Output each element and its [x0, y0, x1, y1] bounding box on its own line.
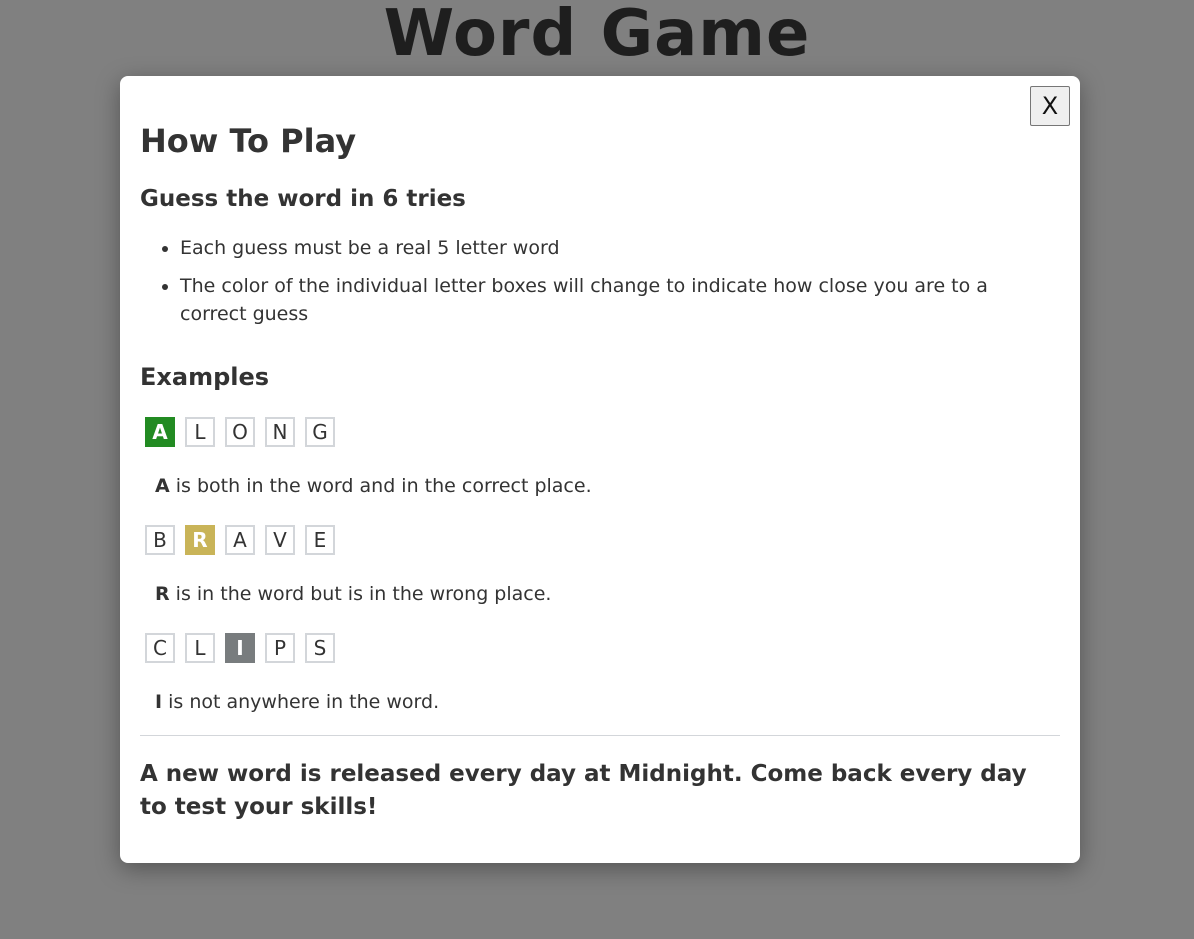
example-note: I is not anywhere in the word.: [155, 688, 439, 716]
example-note: R is in the word but is in the wrong pla…: [155, 580, 551, 608]
close-button[interactable]: X: [1030, 86, 1070, 126]
letter-tile: V: [265, 525, 295, 555]
example-note: A is both in the word and in the correct…: [155, 472, 592, 500]
rule-item: Each guess must be a real 5 letter word: [180, 234, 1055, 262]
letter-tile: O: [225, 417, 255, 447]
page-title: Word Game: [383, 0, 811, 71]
example-word-along: A L O N G: [145, 417, 335, 447]
letter-tile: N: [265, 417, 295, 447]
divider: [140, 735, 1060, 736]
example-word-clips: C L I P S: [145, 633, 335, 663]
modal-subheading: Guess the word in 6 tries: [140, 186, 466, 212]
example-highlight-letter: A: [155, 475, 170, 497]
letter-tile: I: [225, 633, 255, 663]
example-word-brave: B R A V E: [145, 525, 335, 555]
letter-tile: B: [145, 525, 175, 555]
letter-tile: C: [145, 633, 175, 663]
letter-tile: L: [185, 417, 215, 447]
footer-text: A new word is released every day at Midn…: [140, 761, 1027, 820]
letter-tile: E: [305, 525, 335, 555]
letter-tile: S: [305, 633, 335, 663]
example-note-text: is in the word but is in the wrong place…: [169, 583, 552, 605]
example-note-text: is not anywhere in the word.: [162, 691, 440, 713]
how-to-play-modal: X How To Play Guess the word in 6 tries …: [120, 76, 1080, 863]
letter-tile: P: [265, 633, 295, 663]
example-note-text: is both in the word and in the correct p…: [169, 475, 592, 497]
examples-heading: Examples: [140, 363, 270, 391]
rule-item: The color of the individual letter boxes…: [180, 272, 1055, 328]
modal-heading: How To Play: [140, 122, 357, 160]
letter-tile: A: [225, 525, 255, 555]
letter-tile: R: [185, 525, 215, 555]
example-highlight-letter: R: [155, 583, 170, 605]
letter-tile: A: [145, 417, 175, 447]
letter-tile: L: [185, 633, 215, 663]
rules-list: Each guess must be a real 5 letter word …: [140, 234, 1055, 338]
letter-tile: G: [305, 417, 335, 447]
